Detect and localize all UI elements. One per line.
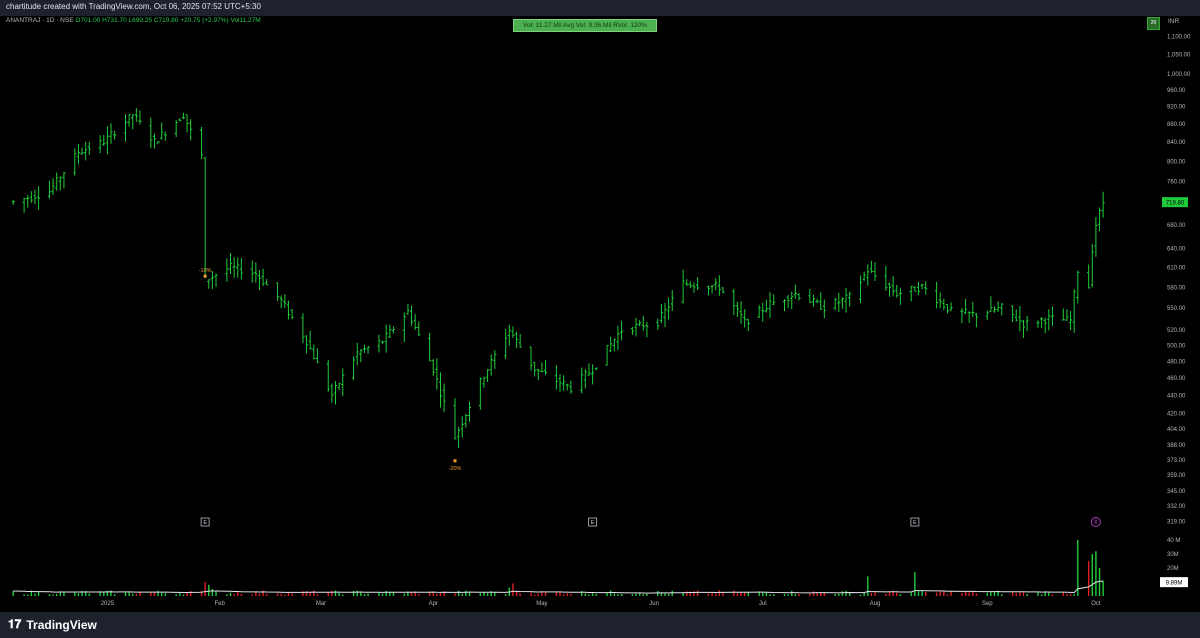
y-tick-label: 800.00 (1167, 159, 1186, 165)
x-tick-label: Mar (316, 601, 326, 607)
drawdown-label: -10% (199, 268, 212, 274)
x-tick-label: Sep (982, 601, 993, 607)
drawdown-marker (203, 274, 207, 278)
x-tick-label: Feb (214, 601, 225, 607)
y-tick-label: 680.00 (1167, 223, 1186, 229)
x-tick-label: 2025 (101, 601, 115, 607)
x-tick-label: Oct (1091, 601, 1101, 607)
y-tick-label: 580.00 (1167, 285, 1186, 291)
x-tick-label: Jul (759, 601, 767, 607)
earnings-marker-label: E (203, 520, 207, 526)
last-volume-label: 9.89M (1166, 581, 1183, 587)
symbol-legend: ANANTRAJ · 1D · NSE O701.00 H731.70 L699… (6, 17, 261, 24)
x-tick-label: Jun (649, 601, 659, 607)
volume-stats-badge: Vol: 11.27 Mil Avg Vol: 9.36 Mil RVol: 1… (513, 19, 657, 32)
y-tick-label: 550.00 (1167, 306, 1186, 312)
legend-open: O701.00 (75, 17, 101, 24)
y-tick-label: 480.00 (1167, 359, 1186, 365)
earnings-marker-label: E (913, 520, 917, 526)
tradingview-logo[interactable]: 𝟏𝟕 TradingView (8, 617, 97, 632)
currency-label[interactable]: INR (1168, 18, 1179, 25)
y-tick-label: 640.00 (1167, 247, 1186, 253)
legend-change: +20.75 (+2.97%) (180, 17, 229, 24)
drawdown-label: -20% (449, 466, 462, 472)
legend-symbol: ANANTRAJ · 1D · NSE (6, 17, 74, 24)
y-tick-label: 460.00 (1167, 376, 1186, 382)
last-price-label: 719.80 (1166, 201, 1185, 207)
y-tick-label: 345.00 (1167, 489, 1186, 495)
volume-tick-label: 30M (1167, 552, 1179, 558)
volume-tick-label: 40 M (1167, 538, 1180, 544)
tradingview-logo-icon: 𝟏𝟕 (8, 617, 22, 631)
y-tick-label: 610.00 (1167, 266, 1186, 272)
volume-average-line (13, 580, 1104, 594)
x-tick-label: May (536, 601, 547, 607)
y-tick-label: 840.00 (1167, 140, 1186, 146)
volume-tick-label: 20M (1167, 566, 1179, 572)
footer-brand: TradingView (26, 617, 97, 632)
y-tick-label: 359.00 (1167, 473, 1186, 479)
y-tick-label: 332.00 (1167, 504, 1186, 510)
x-tick-label: Apr (429, 601, 438, 607)
legend-low: L699.25 (128, 17, 153, 24)
footer-bar: 𝟏𝟕 TradingView (0, 612, 1200, 638)
dividend-marker-label: ¢ (1094, 520, 1097, 526)
interval-button[interactable]: 20 (1147, 17, 1160, 30)
y-tick-label: 760.00 (1167, 179, 1186, 185)
y-tick-label: 520.00 (1167, 328, 1186, 334)
legend-close: C719.80 (153, 17, 179, 24)
legend-high: H731.70 (102, 17, 127, 24)
y-tick-label: 404.00 (1167, 427, 1186, 433)
legend-volume: Vol11.27M (230, 17, 261, 24)
y-tick-label: 388.00 (1167, 443, 1186, 449)
y-tick-label: 500.00 (1167, 343, 1186, 349)
y-tick-label: 373.00 (1167, 458, 1186, 464)
y-tick-label: 420.00 (1167, 412, 1186, 418)
y-tick-label: 440.00 (1167, 394, 1186, 400)
price-chart[interactable]: 1,100.00 1,050.00 1,000.00 960.00 920.00 880.… (0, 0, 1200, 612)
x-tick-label: Aug (870, 601, 881, 607)
y-tick-label: 1,050.00 (1167, 53, 1191, 59)
y-tick-label: 960.00 (1167, 88, 1186, 94)
drawdown-marker (453, 459, 457, 463)
y-tick-label: 880.00 (1167, 122, 1186, 128)
y-tick-label: 1,000.00 (1167, 72, 1191, 78)
y-tick-label: 319.00 (1167, 520, 1186, 526)
earnings-marker-label: E (591, 520, 595, 526)
y-tick-label: 920.00 (1167, 105, 1186, 111)
y-tick-label: 1,100.00 (1167, 35, 1191, 41)
